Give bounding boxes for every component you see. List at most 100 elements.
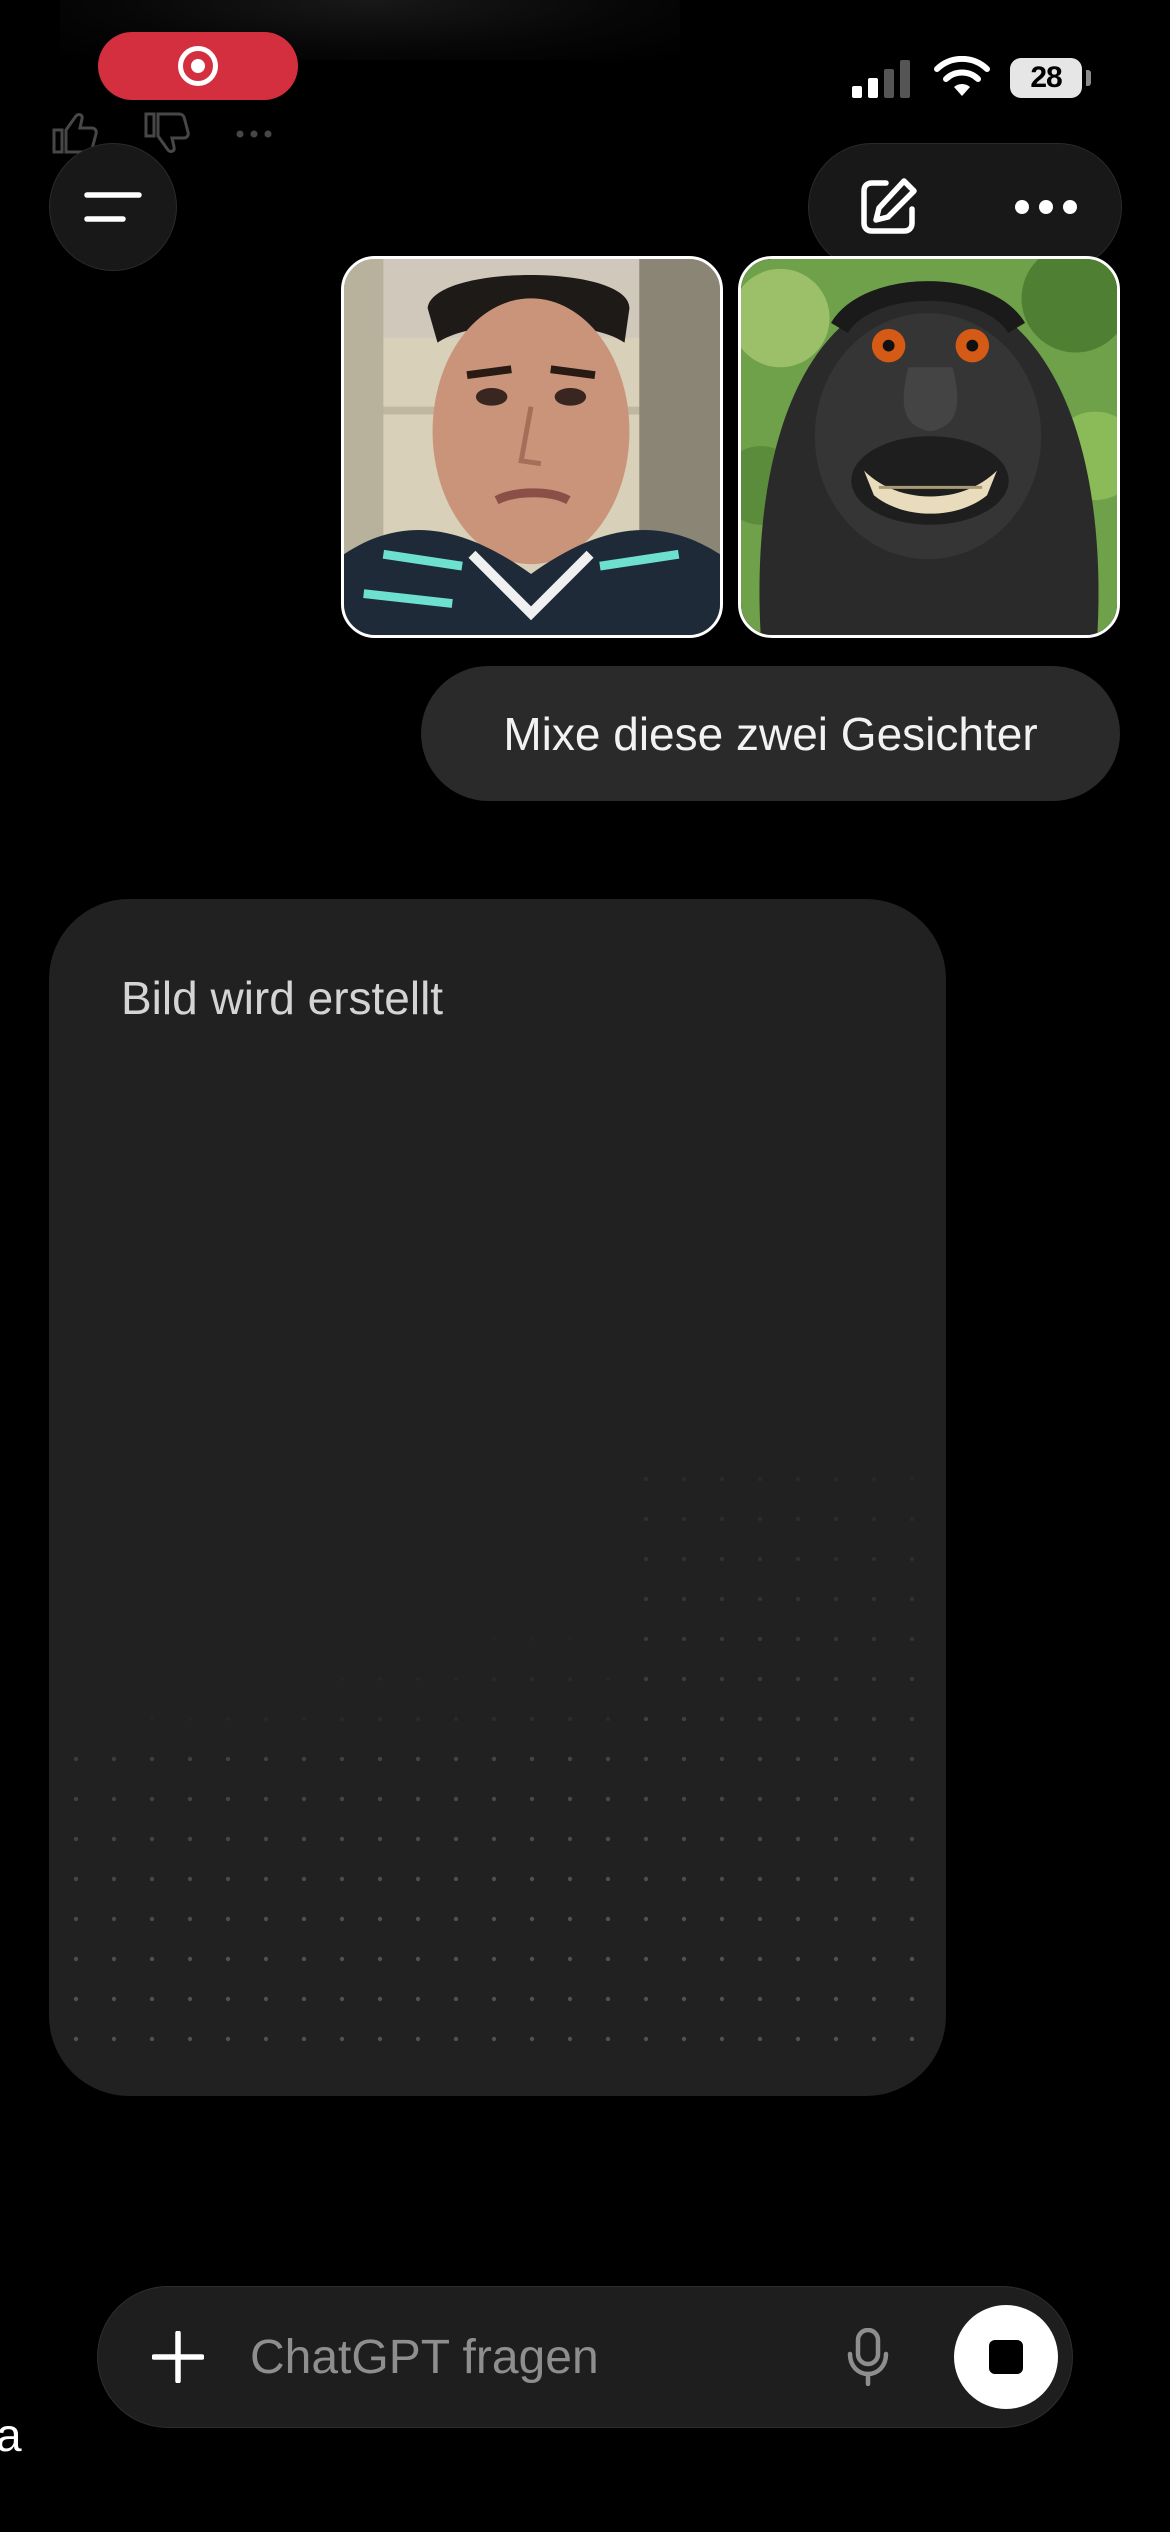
progress-dot xyxy=(719,1796,725,1802)
progress-dot xyxy=(263,2036,269,2042)
progress-dot xyxy=(909,1636,915,1642)
progress-dot xyxy=(719,1596,725,1602)
progress-dot xyxy=(567,1996,573,2002)
progress-dot xyxy=(871,1756,877,1762)
progress-dot xyxy=(719,1516,725,1522)
progress-dot xyxy=(757,2036,763,2042)
progress-dot xyxy=(301,1916,307,1922)
voice-input-button[interactable] xyxy=(828,2317,908,2397)
menu-icon xyxy=(84,192,142,222)
progress-dot xyxy=(605,1836,611,1842)
progress-dot xyxy=(339,1676,345,1682)
progress-dot xyxy=(339,1796,345,1802)
progress-dot xyxy=(377,1716,383,1722)
progress-dot xyxy=(795,1916,801,1922)
progress-dot xyxy=(833,1516,839,1522)
progress-dot xyxy=(453,1676,459,1682)
header-actions xyxy=(808,143,1122,271)
attached-image-man[interactable] xyxy=(341,256,723,638)
progress-dot xyxy=(757,1716,763,1722)
add-attachment-button[interactable] xyxy=(138,2317,218,2397)
progress-dot xyxy=(719,1636,725,1642)
progress-dot xyxy=(605,1956,611,1962)
progress-dot xyxy=(301,1716,307,1722)
progress-dot xyxy=(377,1956,383,1962)
progress-dot xyxy=(605,1676,611,1682)
progress-dot xyxy=(795,1636,801,1642)
progress-dot xyxy=(339,1916,345,1922)
progress-dot xyxy=(339,1876,345,1882)
progress-dot xyxy=(415,1676,421,1682)
progress-dot xyxy=(415,1796,421,1802)
progress-dot xyxy=(453,1916,459,1922)
progress-dot xyxy=(681,1836,687,1842)
attached-image-monkey[interactable] xyxy=(738,256,1120,638)
progress-dot xyxy=(909,1836,915,1842)
edit-icon xyxy=(861,177,917,234)
progress-dot xyxy=(73,1916,79,1922)
progress-dot xyxy=(909,1956,915,1962)
progress-dot xyxy=(339,1996,345,2002)
progress-dot xyxy=(339,1956,345,1962)
progress-dot xyxy=(263,1876,269,1882)
progress-dot xyxy=(263,1796,269,1802)
progress-dot xyxy=(377,1996,383,2002)
progress-dot xyxy=(529,1916,535,1922)
progress-dot xyxy=(909,1916,915,1922)
progress-dot xyxy=(263,1996,269,2002)
progress-dot xyxy=(643,1636,649,1642)
progress-dot xyxy=(757,1756,763,1762)
chat-input[interactable] xyxy=(250,2322,770,2392)
progress-dot xyxy=(643,1956,649,1962)
progress-dot xyxy=(643,1476,649,1482)
progress-dot xyxy=(529,1996,535,2002)
progress-dot xyxy=(225,1836,231,1842)
progress-dot xyxy=(225,1996,231,2002)
progress-dot xyxy=(871,1796,877,1802)
progress-dot xyxy=(415,1916,421,1922)
progress-dot xyxy=(567,1956,573,1962)
screen-recording-indicator[interactable] xyxy=(98,32,298,100)
progress-dot xyxy=(187,1796,193,1802)
progress-dot xyxy=(149,1996,155,2002)
progress-dot xyxy=(225,1956,231,1962)
new-chat-button[interactable] xyxy=(818,144,958,269)
progress-dot xyxy=(567,1756,573,1762)
progress-dot xyxy=(415,1876,421,1882)
more-icon xyxy=(1015,199,1077,214)
progress-dot xyxy=(111,1956,117,1962)
stop-generation-button[interactable] xyxy=(954,2305,1058,2409)
progress-dot xyxy=(149,1836,155,1842)
progress-dot xyxy=(833,1716,839,1722)
progress-dot xyxy=(833,1596,839,1602)
progress-dot xyxy=(415,1956,421,1962)
progress-dot xyxy=(529,2036,535,2042)
progress-dot xyxy=(757,1916,763,1922)
progress-dot xyxy=(73,1836,79,1842)
progress-dot xyxy=(909,1716,915,1722)
progress-dot xyxy=(529,1796,535,1802)
progress-dot xyxy=(415,1836,421,1842)
progress-dot xyxy=(567,2036,573,2042)
progress-dot xyxy=(225,1756,231,1762)
progress-dot xyxy=(833,1876,839,1882)
progress-dot xyxy=(149,1796,155,1802)
progress-dot xyxy=(187,1996,193,2002)
progress-dot xyxy=(643,1676,649,1682)
progress-dot xyxy=(415,1756,421,1762)
more-options-button[interactable] xyxy=(976,144,1116,269)
progress-dot xyxy=(719,1476,725,1482)
man-face-photo xyxy=(344,259,720,635)
progress-dot xyxy=(719,1996,725,2002)
progress-dot xyxy=(643,1876,649,1882)
progress-dot xyxy=(909,1476,915,1482)
progress-dot xyxy=(909,1556,915,1562)
progress-dot xyxy=(567,1876,573,1882)
progress-dot xyxy=(833,1996,839,2002)
progress-dot xyxy=(301,1756,307,1762)
user-message-text: Mixe diese zwei Gesichter xyxy=(503,707,1038,760)
progress-dot xyxy=(795,1556,801,1562)
sidebar-menu-button[interactable] xyxy=(49,143,177,271)
battery-icon: 28 xyxy=(1010,58,1082,98)
progress-dot xyxy=(567,1636,573,1642)
